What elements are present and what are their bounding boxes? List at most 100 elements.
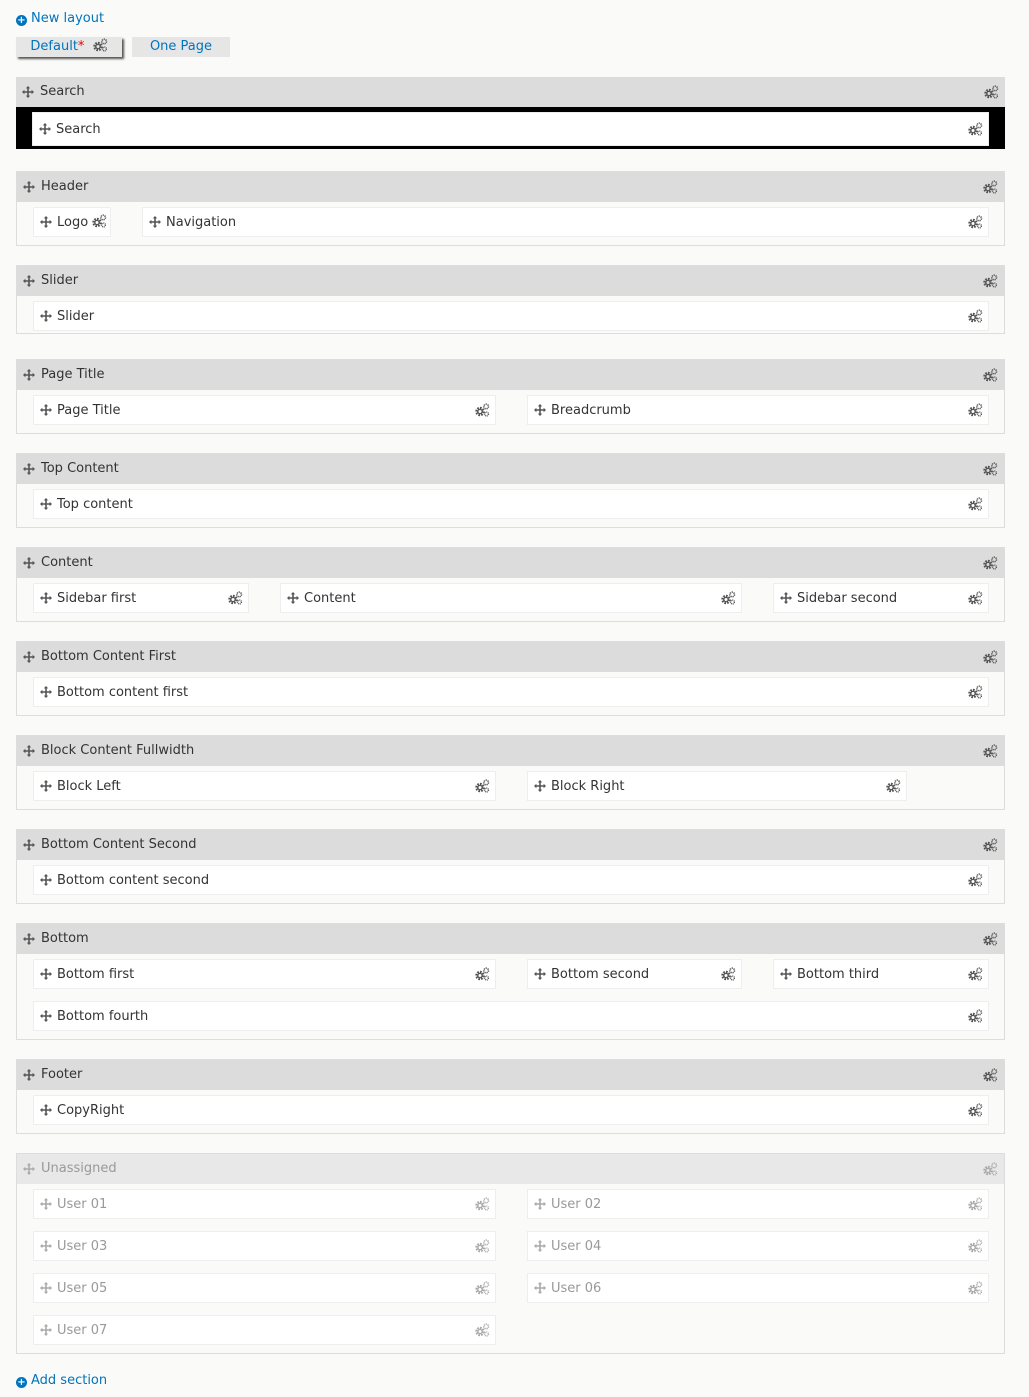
block-block-left[interactable]: Block Left: [33, 771, 496, 801]
gears-icon[interactable]: [983, 650, 998, 664]
move-arrows-icon[interactable]: [40, 310, 52, 322]
region-header[interactable]: Bottom Content First: [17, 642, 1004, 672]
block-content[interactable]: Content: [280, 583, 742, 613]
move-arrows-icon[interactable]: [22, 86, 34, 98]
region-header[interactable]: Bottom: [17, 924, 1004, 954]
gears-icon[interactable]: [983, 1068, 998, 1082]
gears-icon[interactable]: [475, 403, 490, 417]
block-bottom-fourth[interactable]: Bottom fourth: [33, 1001, 989, 1031]
add-section-link[interactable]: + Add section: [16, 1373, 107, 1388]
gears-icon[interactable]: [983, 556, 998, 570]
gears-icon[interactable]: [475, 967, 490, 981]
region-header[interactable]: Unassigned: [17, 1154, 1004, 1184]
gears-icon[interactable]: [93, 38, 108, 52]
move-arrows-icon[interactable]: [40, 1240, 52, 1252]
gears-icon[interactable]: [983, 368, 998, 382]
move-arrows-icon[interactable]: [40, 1104, 52, 1116]
move-arrows-icon[interactable]: [23, 839, 35, 851]
move-arrows-icon[interactable]: [780, 592, 792, 604]
gears-icon[interactable]: [886, 779, 901, 793]
region-header[interactable]: Top Content: [17, 454, 1004, 484]
move-arrows-icon[interactable]: [40, 968, 52, 980]
gears-icon[interactable]: [983, 932, 998, 946]
block-top-content[interactable]: Top content: [33, 489, 989, 519]
gears-icon[interactable]: [983, 744, 998, 758]
block-page-title[interactable]: Page Title: [33, 395, 496, 425]
block-user-04[interactable]: User 04: [527, 1231, 989, 1261]
move-arrows-icon[interactable]: [23, 1163, 35, 1175]
block-breadcrumb[interactable]: Breadcrumb: [527, 395, 989, 425]
gears-icon[interactable]: [983, 1162, 998, 1176]
block-bottom-content-second[interactable]: Bottom content second: [33, 865, 989, 895]
block-user-02[interactable]: User 02: [527, 1189, 989, 1219]
block-bottom-second[interactable]: Bottom second: [527, 959, 742, 989]
move-arrows-icon[interactable]: [287, 592, 299, 604]
gears-icon[interactable]: [475, 1323, 490, 1337]
gears-icon[interactable]: [475, 1239, 490, 1253]
gears-icon[interactable]: [984, 85, 999, 99]
gears-icon[interactable]: [475, 779, 490, 793]
region-header[interactable]: Search: [16, 77, 1005, 107]
move-arrows-icon[interactable]: [39, 123, 51, 135]
gears-icon[interactable]: [968, 122, 983, 136]
block-search[interactable]: Search: [32, 112, 989, 146]
gears-icon[interactable]: [983, 180, 998, 194]
move-arrows-icon[interactable]: [40, 1010, 52, 1022]
gears-icon[interactable]: [983, 462, 998, 476]
gears-icon[interactable]: [968, 1197, 983, 1211]
move-arrows-icon[interactable]: [40, 1324, 52, 1336]
move-arrows-icon[interactable]: [40, 780, 52, 792]
gears-icon[interactable]: [968, 591, 983, 605]
region-header[interactable]: Page Title: [17, 360, 1004, 390]
region-header[interactable]: Block Content Fullwidth: [17, 736, 1004, 766]
region-header[interactable]: Slider: [17, 266, 1004, 296]
gears-icon[interactable]: [968, 497, 983, 511]
gears-icon[interactable]: [92, 214, 107, 228]
gears-icon[interactable]: [968, 967, 983, 981]
move-arrows-icon[interactable]: [534, 1240, 546, 1252]
gears-icon[interactable]: [968, 403, 983, 417]
move-arrows-icon[interactable]: [40, 1282, 52, 1294]
gears-icon[interactable]: [968, 1239, 983, 1253]
block-copyright[interactable]: CopyRight: [33, 1095, 989, 1125]
tab-one-page[interactable]: One Page: [132, 37, 230, 57]
gears-icon[interactable]: [968, 873, 983, 887]
block-navigation[interactable]: Navigation: [142, 207, 989, 237]
gears-icon[interactable]: [983, 274, 998, 288]
gears-icon[interactable]: [968, 309, 983, 323]
move-arrows-icon[interactable]: [534, 404, 546, 416]
block-user-03[interactable]: User 03: [33, 1231, 496, 1261]
gears-icon[interactable]: [721, 967, 736, 981]
gears-icon[interactable]: [968, 1009, 983, 1023]
move-arrows-icon[interactable]: [780, 968, 792, 980]
region-header[interactable]: Footer: [17, 1060, 1004, 1090]
gears-icon[interactable]: [983, 838, 998, 852]
gears-icon[interactable]: [968, 1103, 983, 1117]
gears-icon[interactable]: [968, 215, 983, 229]
move-arrows-icon[interactable]: [23, 275, 35, 287]
gears-icon[interactable]: [968, 685, 983, 699]
move-arrows-icon[interactable]: [40, 1198, 52, 1210]
move-arrows-icon[interactable]: [40, 216, 52, 228]
block-user-07[interactable]: User 07: [33, 1315, 496, 1345]
gears-icon[interactable]: [475, 1197, 490, 1211]
move-arrows-icon[interactable]: [23, 933, 35, 945]
move-arrows-icon[interactable]: [149, 216, 161, 228]
block-user-05[interactable]: User 05: [33, 1273, 496, 1303]
move-arrows-icon[interactable]: [534, 968, 546, 980]
new-layout-link[interactable]: + New layout: [16, 11, 104, 26]
block-sidebar-second[interactable]: Sidebar second: [773, 583, 989, 613]
move-arrows-icon[interactable]: [40, 592, 52, 604]
move-arrows-icon[interactable]: [40, 686, 52, 698]
gears-icon[interactable]: [968, 1281, 983, 1295]
block-user-01[interactable]: User 01: [33, 1189, 496, 1219]
block-sidebar-first[interactable]: Sidebar first: [33, 583, 249, 613]
block-user-06[interactable]: User 06: [527, 1273, 989, 1303]
move-arrows-icon[interactable]: [40, 498, 52, 510]
move-arrows-icon[interactable]: [23, 651, 35, 663]
block-bottom-third[interactable]: Bottom third: [773, 959, 989, 989]
move-arrows-icon[interactable]: [534, 1282, 546, 1294]
region-header[interactable]: Content: [17, 548, 1004, 578]
move-arrows-icon[interactable]: [23, 557, 35, 569]
block-logo[interactable]: Logo: [33, 207, 111, 237]
